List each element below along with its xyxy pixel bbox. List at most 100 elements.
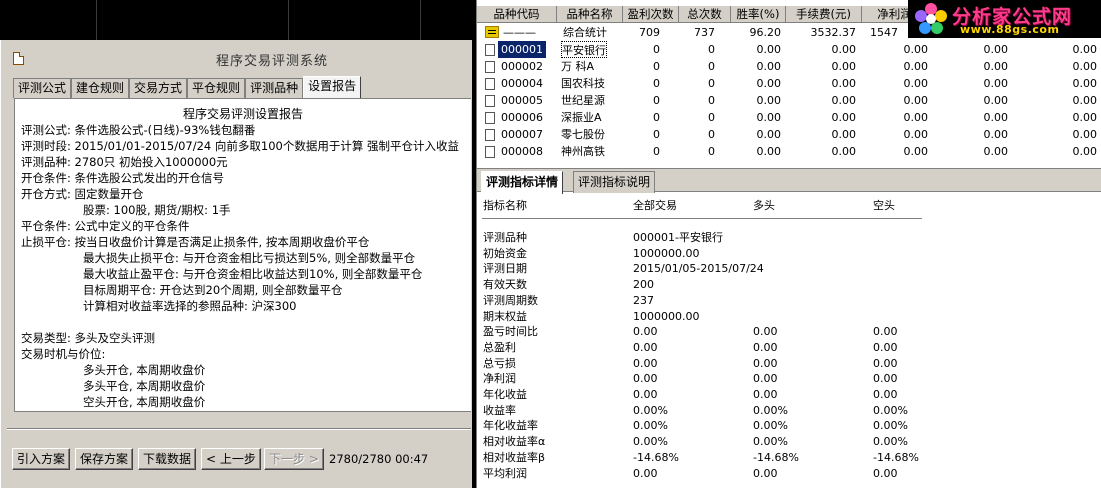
tab-trade-mode[interactable]: 交易方式	[129, 78, 188, 98]
metric-all: 0.00	[633, 466, 658, 480]
cell: 737	[694, 26, 715, 39]
cell: 0.00	[756, 128, 782, 141]
table-row[interactable]: 000002 万 科A 0 0 0.00 0.00 0.00 0.00 0.00	[477, 58, 1101, 75]
metric-short: -14.68%	[873, 450, 919, 464]
cell: 0	[653, 43, 660, 56]
table-row[interactable]: 000008 神州高铁 0 0 0.00 0.00 0.00 0.00 0.00	[477, 143, 1101, 160]
file-icon	[485, 95, 495, 107]
metric-long: 0.00	[753, 388, 778, 401]
report-line: 交易时机与价位:	[21, 347, 106, 361]
cell: 0	[653, 94, 660, 107]
report-title: 程序交易评测设置报告	[182, 107, 303, 121]
cell: 0.00	[983, 111, 1009, 124]
metric-long: 0.00%	[753, 435, 788, 449]
stock-code: 000008	[501, 145, 543, 158]
next-step-button[interactable]: 下一步 >	[264, 448, 324, 470]
download-data-button[interactable]: 下载数据	[138, 448, 197, 470]
tab-open-rules[interactable]: 建仓规则	[71, 78, 130, 98]
metric-all: 237	[633, 293, 654, 307]
table-row[interactable]: 000007 零七股份 0 0 0.00 0.00 0.00 0.00 0.00	[477, 126, 1101, 143]
table-row[interactable]: 000005 世纪星源 0 0 0.00 0.00 0.00 0.00 0.00	[477, 92, 1101, 109]
metric-name: 初始资金	[483, 246, 527, 260]
save-plan-button[interactable]: 保存方案	[75, 448, 134, 470]
cell: 0.00	[756, 145, 782, 158]
cell: 0.00	[903, 77, 929, 90]
stock-name: 国农科技	[561, 77, 605, 90]
metric-name: 净利润	[483, 372, 516, 386]
import-plan-button[interactable]: 引入方案	[12, 448, 71, 470]
metric-all: 000001-平安银行	[633, 231, 723, 244]
cell: 0.00	[903, 128, 929, 141]
detail-header-short: 空头	[873, 199, 895, 212]
tab-symbols[interactable]: 评测品种	[245, 78, 304, 98]
report-line: 股票: 100股, 期货/期权: 1手	[83, 203, 231, 217]
metric-all: 0.00	[633, 340, 658, 354]
tab-report[interactable]: 设置报告	[303, 76, 362, 98]
progress-status: 2780/2780 00:47	[329, 452, 429, 466]
metric-all: 2015/01/05-2015/07/24	[633, 262, 764, 276]
detail-header-long: 多头	[753, 199, 775, 212]
background-line	[96, 0, 97, 40]
column-header-fee[interactable]: 手续费(元)	[786, 6, 862, 23]
column-header-code[interactable]: 品种代码	[477, 6, 557, 23]
metric-all: -14.68%	[633, 450, 679, 464]
tab-metric-explanation[interactable]: 评测指标说明	[573, 171, 656, 193]
logo-url: www.88gs.com	[960, 23, 1060, 36]
column-header-name[interactable]: 品种名称	[557, 6, 623, 23]
cell: 0	[653, 60, 660, 73]
metric-long: 0.00	[753, 466, 778, 480]
cell: 0.00	[831, 43, 857, 56]
column-header-profit-count[interactable]: 盈利次数	[623, 6, 679, 23]
table-row[interactable]: 000004 国农科技 0 0 0.00 0.00 0.00 0.00 0.00	[477, 75, 1101, 92]
metric-long: -14.68%	[753, 450, 799, 464]
file-icon	[485, 129, 495, 141]
file-icon	[485, 78, 495, 90]
cell: 0	[708, 145, 715, 158]
divider	[7, 428, 471, 430]
metric-name: 总亏损	[483, 356, 516, 370]
summary-code: ———	[503, 26, 536, 39]
prev-step-button[interactable]: < 上一步	[201, 448, 261, 470]
report-line: 评测时段: 2015/01/01-2015/07/24 向前多取100个数据用于…	[21, 139, 460, 153]
report-line: 开仓条件: 条件选股公式发出的开仓信号	[21, 171, 225, 185]
column-header-total[interactable]: 总次数	[679, 6, 731, 23]
cell: 709	[639, 26, 660, 39]
stock-code: 000007	[501, 128, 543, 141]
tab-close-rules[interactable]: 平仓规则	[187, 78, 246, 98]
cell: 0	[708, 111, 715, 124]
tab-metric-details[interactable]: 评测指标详情	[481, 171, 564, 194]
table-row[interactable]: 000001 平安银行 0 0 0.00 0.00 0.00 0.00 0.00	[477, 41, 1101, 58]
report-line: 交易类型: 多头及空头评测	[21, 331, 156, 345]
stock-name: 深振业A	[561, 111, 602, 124]
cell: 0.00	[983, 43, 1009, 56]
column-header-win-rate[interactable]: 胜率(%)	[731, 6, 786, 23]
cell: 0.00	[756, 77, 782, 90]
cell: 0.00	[983, 145, 1009, 158]
cell: 0.00	[903, 111, 929, 124]
stock-name: 神州高铁	[561, 145, 605, 158]
table-row[interactable]: 000006 深振业A 0 0 0.00 0.00 0.00 0.00 0.00	[477, 109, 1101, 126]
metric-long: 0.00	[753, 340, 778, 354]
cell: 0.00	[903, 43, 929, 56]
cell: 0	[653, 77, 660, 90]
cell: 0	[653, 128, 660, 141]
stock-code: 000004	[501, 77, 543, 90]
metric-short: 0.00%	[873, 419, 908, 433]
cell: 0	[708, 128, 715, 141]
cell: 96.20	[749, 26, 782, 39]
cell: 0.00	[903, 145, 929, 158]
stock-code: 000001	[498, 41, 546, 58]
cell: 0.00	[983, 94, 1009, 107]
detail-header-name: 指标名称	[483, 199, 527, 212]
metric-name: 期末权益	[483, 309, 527, 323]
stock-name: 世纪星源	[561, 94, 605, 107]
tab-formula[interactable]: 评测公式	[13, 78, 72, 98]
report-line: 最大损失止损平仓: 与开仓资金相比亏损达到5%, 则全部数量平仓	[83, 251, 416, 265]
cell: 0.00	[1072, 43, 1098, 56]
metric-all: 0.00%	[633, 403, 668, 417]
metric-name: 相对收益率β	[483, 450, 546, 464]
cell: 0.00	[831, 94, 857, 107]
cell: 0.00	[831, 60, 857, 73]
file-icon	[485, 112, 495, 124]
cell: 0.00	[983, 128, 1009, 141]
